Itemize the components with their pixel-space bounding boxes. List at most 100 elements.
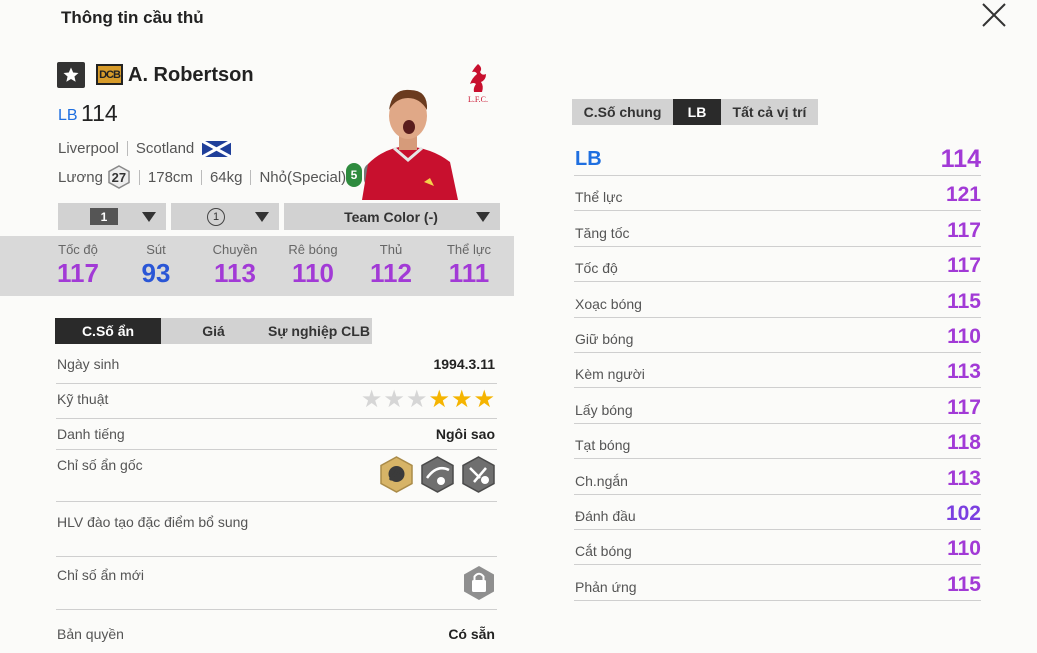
salary-value: 27 — [111, 169, 127, 185]
salary-badge: 27 — [107, 165, 131, 189]
player-name: A. Robertson — [128, 64, 254, 86]
chevron-down-icon — [476, 211, 490, 222]
attribute-label: Tốc độ — [575, 260, 618, 277]
stat-value: 117 — [57, 258, 99, 288]
license-label: Bản quyền — [57, 626, 124, 642]
trait-gold-icon[interactable] — [378, 456, 415, 493]
team-count-selector[interactable]: 1 — [171, 203, 279, 230]
player-photo — [362, 89, 458, 200]
team-count-value: 1 — [207, 207, 225, 226]
level-value: 1 — [90, 208, 118, 225]
attribute-label: Giữ bóng — [575, 330, 634, 347]
team-color-value: Team Color (-) — [344, 208, 438, 225]
stat-value: 113 — [214, 258, 256, 288]
attribute-value: 110 — [947, 324, 981, 348]
tab-hidden-stats[interactable]: C.Số ẩn — [55, 318, 161, 344]
attribute-value: 115 — [947, 572, 981, 596]
favorite-star-icon[interactable] — [57, 62, 85, 88]
new-traits-row: Chỉ số ẩn mới — [56, 557, 497, 610]
attribute-value: 110 — [947, 537, 981, 561]
position-label: LB — [575, 148, 602, 170]
tab-all-positions[interactable]: Tất cả vị trí — [721, 99, 818, 125]
stat-value: 110 — [292, 258, 334, 288]
level-selector[interactable]: 1 — [58, 203, 166, 230]
player-overall: 114 — [81, 100, 118, 126]
star-filled-icon: ★ — [428, 386, 450, 413]
tab-price[interactable]: Giá — [161, 318, 266, 344]
trait-icons — [374, 456, 497, 493]
stat-dribbling: Rê bóng 110 — [273, 242, 353, 289]
attribute-row: Phản ứng 115 — [574, 565, 981, 601]
star-empty-icon: ★ — [360, 386, 383, 413]
tab-club-career[interactable]: Sự nghiệp CLB — [266, 318, 372, 344]
attribute-value: 113 — [947, 360, 981, 384]
attribute-value: 117 — [947, 395, 981, 419]
skill-row: Kỹ thuật ★ ★ ★ ★ ★ ★ — [56, 384, 497, 419]
close-icon[interactable] — [981, 2, 1007, 28]
attribute-value: 117 — [947, 218, 981, 242]
attribute-value: 121 — [945, 183, 981, 207]
attribute-label: Tạt bóng — [575, 437, 631, 454]
divider — [126, 141, 128, 156]
stat-physical: Thể lực 111 — [429, 242, 509, 289]
birth-row: Ngày sinh 1994.3.11 — [56, 354, 497, 384]
stat-value: 111 — [448, 258, 490, 288]
star-empty-icon: ★ — [383, 386, 405, 413]
attribute-row: Cắt bóng 110 — [574, 530, 981, 566]
attribute-row: Thể lực 121 — [574, 176, 981, 212]
hidden-traits-row: Chỉ số ẩn gốc — [56, 450, 497, 502]
attribute-value: 113 — [947, 466, 981, 490]
stat-value: 112 — [370, 258, 412, 288]
attribute-row: Giữ bóng 110 — [574, 318, 981, 353]
attribute-value: 118 — [947, 431, 981, 455]
attribute-row: Kèm người 113 — [574, 353, 981, 389]
attribute-value: 102 — [945, 501, 981, 525]
attribute-label: Đánh đầu — [575, 507, 636, 524]
club-crest-icon: L.F.C. — [468, 64, 488, 104]
new-traits-label: Chỉ số ẩn mới — [57, 567, 144, 583]
attribute-label: Ch.ngắn — [575, 472, 628, 489]
attribute-row: Lấy bóng 117 — [574, 388, 981, 424]
stat-label: Tốc độ — [58, 242, 98, 257]
svg-text:L.F.C.: L.F.C. — [468, 95, 488, 104]
tab-general-stats[interactable]: C.Số chung — [572, 99, 673, 125]
detail-tabs: C.Số ẩn Giá Sự nghiệp CLB — [55, 318, 372, 344]
attribute-label: Cắt bóng — [575, 543, 632, 560]
position-summary-row: LB 114 — [574, 142, 981, 176]
club-nation-line: Liverpool Scotland — [58, 140, 232, 157]
attribute-row: Xoạc bóng 115 — [574, 282, 981, 318]
birth-label: Ngày sinh — [57, 356, 120, 372]
attribute-value: 117 — [947, 254, 981, 278]
stat-passing: Chuyền 113 — [195, 242, 275, 289]
attribute-label: Xoạc bóng — [575, 295, 642, 312]
attribute-row: Ch.ngắn 113 — [574, 459, 981, 495]
divider — [200, 169, 202, 185]
hidden-traits-label: Chỉ số ẩn gốc — [57, 457, 143, 473]
scotland-flag-icon — [202, 140, 232, 157]
attribute-label: Tăng tốc — [575, 224, 630, 241]
skill-stars: ★ ★ ★ ★ ★ ★ — [360, 388, 495, 412]
attribute-label: Kèm người — [575, 366, 645, 383]
tab-position-lb[interactable]: LB — [673, 99, 721, 125]
stat-shooting: Sút 93 — [116, 242, 196, 289]
reputation-label: Danh tiếng — [57, 426, 125, 442]
main-stats-bar: Tốc độ 117 Sút 93 Chuyền 113 Rê bóng 110… — [0, 236, 514, 296]
chevron-down-icon — [255, 211, 269, 222]
nation-name: Scotland — [135, 140, 195, 157]
stat-pace: Tốc độ 117 — [38, 242, 118, 289]
trait-pass-icon[interactable] — [419, 456, 456, 493]
page-title: Thông tin cầu thủ — [61, 8, 204, 27]
team-color-selector[interactable]: Team Color (-) — [284, 203, 500, 230]
attribute-row: Tốc độ 117 — [574, 247, 981, 283]
skill-label: Kỹ thuật — [57, 391, 109, 407]
salary-label: Lương — [58, 168, 103, 186]
divider — [250, 169, 252, 185]
attribute-row: Tăng tốc 117 — [574, 211, 981, 247]
body-type-value: Nhỏ(Special) — [259, 168, 347, 186]
trait-dribble-icon[interactable] — [460, 456, 497, 493]
stat-label: Thể lực — [446, 242, 492, 257]
license-row: Bản quyền Có sẵn — [56, 624, 497, 646]
position-overall: 114 — [940, 145, 981, 173]
stat-defending: Thủ 112 — [351, 242, 431, 289]
stat-value: 93 — [141, 258, 171, 288]
